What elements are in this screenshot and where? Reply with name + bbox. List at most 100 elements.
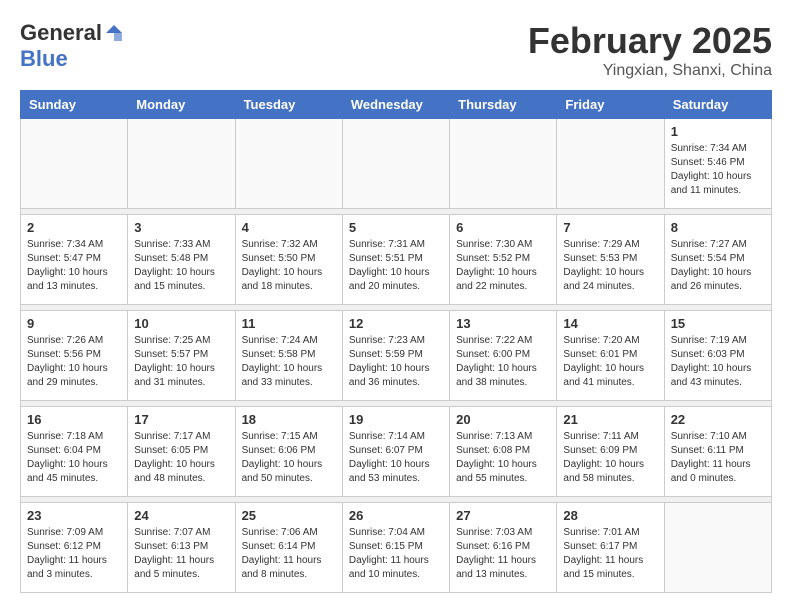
- table-row: 24 Sunrise: 7:07 AM Sunset: 6:13 PM Dayli…: [128, 503, 235, 593]
- day-number: 4: [242, 220, 336, 235]
- table-row: [342, 119, 449, 209]
- day-number: 19: [349, 412, 443, 427]
- day-number: 14: [563, 316, 657, 331]
- table-row: 23 Sunrise: 7:09 AM Sunset: 6:12 PM Dayli…: [21, 503, 128, 593]
- day-info: Sunrise: 7:17 AM Sunset: 6:05 PM Dayligh…: [134, 430, 228, 486]
- table-row: [664, 503, 771, 593]
- table-row: 5 Sunrise: 7:31 AM Sunset: 5:51 PM Daylig…: [342, 215, 449, 305]
- col-sunday: Sunday: [21, 91, 128, 119]
- table-row: 6Sunrise: 7:30 AM Sunset: 5:52 PM Daylig…: [450, 215, 557, 305]
- day-info: Sunrise: 7:11 AM Sunset: 6:09 PM Dayligh…: [563, 430, 657, 486]
- day-number: 28: [563, 508, 657, 523]
- month-title: February 2025: [528, 20, 772, 62]
- day-number: 24: [134, 508, 228, 523]
- day-info: Sunrise: 7:04 AM Sunset: 6:15 PM Dayligh…: [349, 526, 443, 582]
- table-row: 14 Sunrise: 7:20 AM Sunset: 6:01 PM Dayli…: [557, 311, 664, 401]
- table-row: 22Sunrise: 7:10 AM Sunset: 6:11 PM Dayli…: [664, 407, 771, 497]
- day-info: Sunrise: 7:22 AM Sunset: 6:00 PM Dayligh…: [456, 334, 550, 390]
- table-row: [557, 119, 664, 209]
- day-number: 25: [242, 508, 336, 523]
- table-row: 25 Sunrise: 7:06 AM Sunset: 6:14 PM Dayli…: [235, 503, 342, 593]
- table-row: [21, 119, 128, 209]
- table-row: [450, 119, 557, 209]
- table-row: 13 Sunrise: 7:22 AM Sunset: 6:00 PM Dayli…: [450, 311, 557, 401]
- table-row: 10Sunrise: 7:25 AM Sunset: 5:57 PM Dayli…: [128, 311, 235, 401]
- day-number: 16: [27, 412, 121, 427]
- day-number: 5: [349, 220, 443, 235]
- col-wednesday: Wednesday: [342, 91, 449, 119]
- day-info: Sunrise: 7:19 AM Sunset: 6:03 PM Dayligh…: [671, 334, 765, 390]
- calendar-week-5: 23 Sunrise: 7:09 AM Sunset: 6:12 PM Dayli…: [21, 503, 772, 593]
- day-number: 12: [349, 316, 443, 331]
- table-row: 7Sunrise: 7:29 AM Sunset: 5:53 PM Daylig…: [557, 215, 664, 305]
- col-saturday: Saturday: [664, 91, 771, 119]
- title-section: February 2025 Yingxian, Shanxi, China: [528, 20, 772, 80]
- day-info: Sunrise: 7:20 AM Sunset: 6:01 PM Dayligh…: [563, 334, 657, 390]
- logo: General Blue: [20, 20, 124, 72]
- logo-general-text: General: [20, 20, 102, 46]
- table-row: 20 Sunrise: 7:13 AM Sunset: 6:08 PM Dayli…: [450, 407, 557, 497]
- day-number: 13: [456, 316, 550, 331]
- col-friday: Friday: [557, 91, 664, 119]
- day-number: 21: [563, 412, 657, 427]
- day-number: 3: [134, 220, 228, 235]
- calendar-header-row: Sunday Monday Tuesday Wednesday Thursday…: [21, 91, 772, 119]
- day-number: 10: [134, 316, 228, 331]
- day-info: Sunrise: 7:03 AM Sunset: 6:16 PM Dayligh…: [456, 526, 550, 582]
- day-number: 18: [242, 412, 336, 427]
- table-row: 17 Sunrise: 7:17 AM Sunset: 6:05 PM Dayli…: [128, 407, 235, 497]
- table-row: [235, 119, 342, 209]
- table-row: 9 Sunrise: 7:26 AM Sunset: 5:56 PM Daylig…: [21, 311, 128, 401]
- day-info: Sunrise: 7:01 AM Sunset: 6:17 PM Dayligh…: [563, 526, 657, 582]
- day-info: Sunrise: 7:18 AM Sunset: 6:04 PM Dayligh…: [27, 430, 121, 486]
- calendar-week-2: 2Sunrise: 7:34 AM Sunset: 5:47 PM Daylig…: [21, 215, 772, 305]
- day-number: 20: [456, 412, 550, 427]
- day-number: 17: [134, 412, 228, 427]
- table-row: 18 Sunrise: 7:15 AM Sunset: 6:06 PM Dayli…: [235, 407, 342, 497]
- table-row: 12 Sunrise: 7:23 AM Sunset: 5:59 PM Dayli…: [342, 311, 449, 401]
- day-number: 8: [671, 220, 765, 235]
- day-info: Sunrise: 7:34 AM Sunset: 5:47 PM Dayligh…: [27, 238, 121, 294]
- day-number: 11: [242, 316, 336, 331]
- col-tuesday: Tuesday: [235, 91, 342, 119]
- day-info: Sunrise: 7:13 AM Sunset: 6:08 PM Dayligh…: [456, 430, 550, 486]
- col-monday: Monday: [128, 91, 235, 119]
- day-info: Sunrise: 7:33 AM Sunset: 5:48 PM Dayligh…: [134, 238, 228, 294]
- calendar-table: Sunday Monday Tuesday Wednesday Thursday…: [20, 90, 772, 593]
- table-row: 2Sunrise: 7:34 AM Sunset: 5:47 PM Daylig…: [21, 215, 128, 305]
- day-number: 26: [349, 508, 443, 523]
- day-number: 27: [456, 508, 550, 523]
- table-row: 4 Sunrise: 7:32 AM Sunset: 5:50 PM Daylig…: [235, 215, 342, 305]
- day-info: Sunrise: 7:06 AM Sunset: 6:14 PM Dayligh…: [242, 526, 336, 582]
- table-row: 26 Sunrise: 7:04 AM Sunset: 6:15 PM Dayli…: [342, 503, 449, 593]
- table-row: 1 Sunrise: 7:34 AM Sunset: 5:46 PM Daylig…: [664, 119, 771, 209]
- table-row: 3 Sunrise: 7:33 AM Sunset: 5:48 PM Daylig…: [128, 215, 235, 305]
- calendar-week-3: 9 Sunrise: 7:26 AM Sunset: 5:56 PM Daylig…: [21, 311, 772, 401]
- table-row: 11 Sunrise: 7:24 AM Sunset: 5:58 PM Dayli…: [235, 311, 342, 401]
- day-number: 23: [27, 508, 121, 523]
- day-number: 1: [671, 124, 765, 139]
- calendar-week-1: 1 Sunrise: 7:34 AM Sunset: 5:46 PM Daylig…: [21, 119, 772, 209]
- day-info: Sunrise: 7:15 AM Sunset: 6:06 PM Dayligh…: [242, 430, 336, 486]
- day-info: Sunrise: 7:23 AM Sunset: 5:59 PM Dayligh…: [349, 334, 443, 390]
- col-thursday: Thursday: [450, 91, 557, 119]
- day-info: Sunrise: 7:29 AM Sunset: 5:53 PM Dayligh…: [563, 238, 657, 294]
- header: General Blue February 2025 Yingxian, Sha…: [20, 20, 772, 80]
- day-info: Sunrise: 7:27 AM Sunset: 5:54 PM Dayligh…: [671, 238, 765, 294]
- day-info: Sunrise: 7:07 AM Sunset: 6:13 PM Dayligh…: [134, 526, 228, 582]
- table-row: 21 Sunrise: 7:11 AM Sunset: 6:09 PM Dayli…: [557, 407, 664, 497]
- table-row: [128, 119, 235, 209]
- day-info: Sunrise: 7:31 AM Sunset: 5:51 PM Dayligh…: [349, 238, 443, 294]
- day-info: Sunrise: 7:10 AM Sunset: 6:11 PM Dayligh…: [671, 430, 765, 486]
- table-row: 27 Sunrise: 7:03 AM Sunset: 6:16 PM Dayli…: [450, 503, 557, 593]
- day-info: Sunrise: 7:24 AM Sunset: 5:58 PM Dayligh…: [242, 334, 336, 390]
- day-info: Sunrise: 7:34 AM Sunset: 5:46 PM Dayligh…: [671, 142, 765, 198]
- day-info: Sunrise: 7:26 AM Sunset: 5:56 PM Dayligh…: [27, 334, 121, 390]
- location: Yingxian, Shanxi, China: [528, 62, 772, 80]
- day-number: 15: [671, 316, 765, 331]
- day-info: Sunrise: 7:32 AM Sunset: 5:50 PM Dayligh…: [242, 238, 336, 294]
- day-number: 9: [27, 316, 121, 331]
- table-row: 8 Sunrise: 7:27 AM Sunset: 5:54 PM Daylig…: [664, 215, 771, 305]
- table-row: 19Sunrise: 7:14 AM Sunset: 6:07 PM Dayli…: [342, 407, 449, 497]
- day-info: Sunrise: 7:09 AM Sunset: 6:12 PM Dayligh…: [27, 526, 121, 582]
